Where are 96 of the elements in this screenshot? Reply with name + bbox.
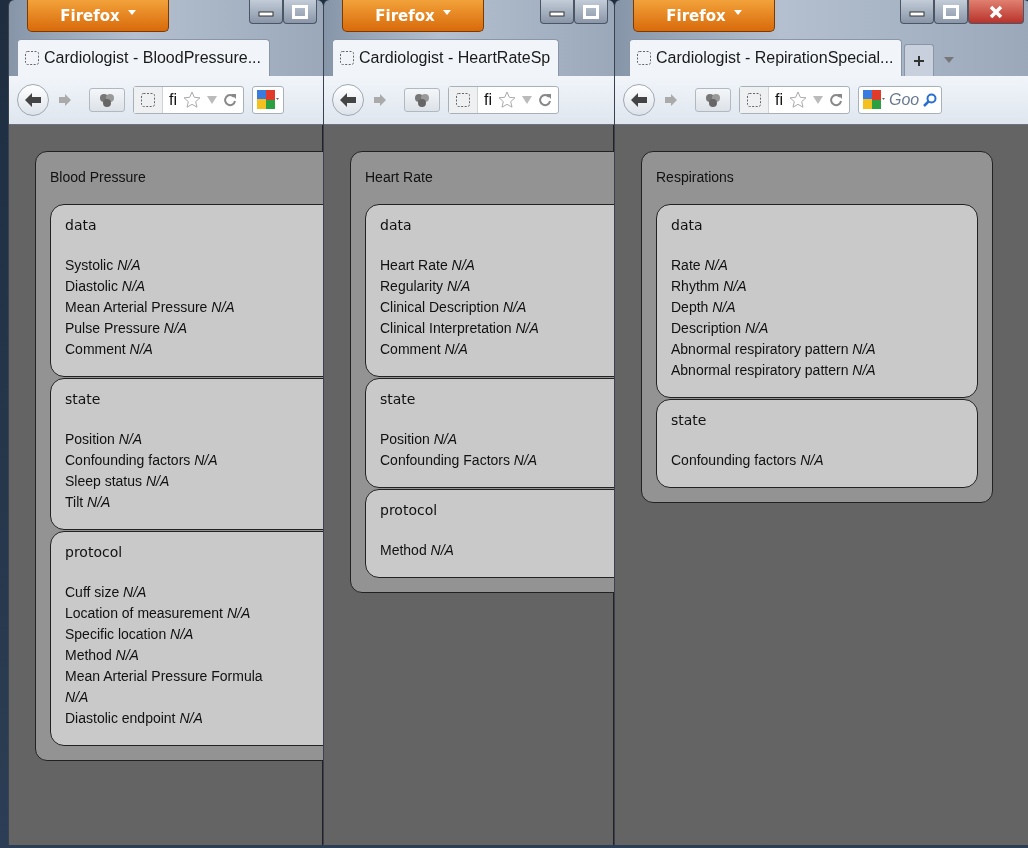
field-row-text: Rhythm N/A <box>671 277 748 296</box>
section-title: protocol <box>380 502 439 518</box>
field-row-text: Position N/A <box>380 430 459 449</box>
addon-button[interactable] <box>404 88 440 112</box>
new-tab-button[interactable] <box>904 44 935 76</box>
addon-button[interactable] <box>89 88 125 112</box>
field-row-text: Confounding factors N/A <box>65 451 219 470</box>
section-title: data <box>380 217 413 233</box>
browser-tab[interactable]: Cardiologist - HeartRateSp <box>332 39 560 76</box>
page-icon <box>24 50 40 66</box>
address-field[interactable]: fi <box>739 86 850 114</box>
section-title: protocol <box>65 544 124 560</box>
field-row-text: Depth N/A <box>671 298 737 317</box>
bookmark-star-icon[interactable] <box>789 91 807 109</box>
field-row-text: Regularity N/A <box>380 277 472 296</box>
minimize-button[interactable] <box>249 0 283 24</box>
caret-icon <box>733 10 742 15</box>
search-engine-icon[interactable] <box>863 90 885 110</box>
maximize-icon <box>583 4 599 19</box>
section-title: data <box>671 217 704 233</box>
field-row-text: Abnormal respiratory pattern N/A <box>671 340 877 359</box>
field-row-text: Confounding factors N/A <box>671 451 825 470</box>
section-title: data <box>65 217 98 233</box>
back-icon <box>630 92 648 108</box>
field-row-text: Location of measurement N/A <box>65 604 252 623</box>
field-row-text: Position N/A <box>65 430 144 449</box>
site-identity-icon[interactable] <box>140 92 156 108</box>
panel-title: Respirations <box>656 169 735 185</box>
site-identity-icon[interactable] <box>746 92 762 108</box>
field-row-text: Sleep status N/A <box>65 472 171 491</box>
browser-tab[interactable]: Cardiologist - BloodPressure... <box>17 39 270 76</box>
back-button[interactable] <box>623 84 655 116</box>
maximize-icon <box>292 4 308 19</box>
addon-button[interactable] <box>695 88 731 112</box>
field-row-text: Confounding Factors N/A <box>380 451 539 470</box>
addon-icon <box>99 93 115 107</box>
search-engine-icon[interactable] <box>257 90 279 110</box>
field-row-text: Tilt N/A <box>65 493 112 512</box>
reload-icon[interactable] <box>829 93 843 107</box>
back-button[interactable] <box>17 84 49 116</box>
address-field[interactable]: fi <box>133 86 244 114</box>
field-row-text: Mean Arterial Pressure N/A <box>65 298 236 317</box>
field-row-text: Clinical Interpretation N/A <box>380 319 540 338</box>
address-field[interactable]: fi <box>448 86 559 114</box>
forward-icon <box>58 94 72 106</box>
minimize-button[interactable] <box>540 0 574 24</box>
caret-icon <box>442 10 451 15</box>
search-field[interactable] <box>252 86 284 114</box>
section-title: state <box>65 391 102 407</box>
field-row-text: Diastolic N/A <box>65 277 147 296</box>
section-title: state <box>380 391 417 407</box>
page-icon <box>339 50 355 66</box>
forward-icon <box>664 94 678 106</box>
caret-icon <box>127 10 136 15</box>
reload-icon[interactable] <box>223 93 237 107</box>
site-identity-icon[interactable] <box>455 92 471 108</box>
browser-tab[interactable]: Cardiologist - RepirationSpecial... <box>629 39 903 76</box>
field-row-text: Diastolic endpoint N/A <box>65 709 204 728</box>
panel-title: Blood Pressure <box>50 169 147 185</box>
field-row-text: Description N/A <box>671 319 770 338</box>
addon-icon <box>705 93 721 107</box>
maximize-button[interactable] <box>283 0 317 24</box>
field-row-text: Systolic N/A <box>65 256 142 275</box>
panel-title: Heart Rate <box>365 169 434 185</box>
search-icon[interactable] <box>923 93 938 107</box>
back-icon <box>339 92 357 108</box>
search-field[interactable]: Goo <box>858 86 943 114</box>
field-row-text: Clinical Description N/A <box>380 298 528 317</box>
field-row-text: Method N/A <box>380 541 455 560</box>
caret-icon <box>944 57 955 63</box>
field-row-text: Rate N/A <box>671 256 729 275</box>
bookmark-star-icon[interactable] <box>498 91 516 109</box>
forward-icon <box>373 94 387 106</box>
close-icon <box>989 4 1003 19</box>
back-icon <box>24 92 42 108</box>
maximize-button[interactable] <box>574 0 608 24</box>
field-row-text: Heart Rate N/A <box>380 256 476 275</box>
maximize-button[interactable] <box>934 0 968 24</box>
field-row-text: Cuff size N/A <box>65 583 148 602</box>
field-row-text: Specific location N/A <box>65 625 195 644</box>
field-row-text: Pulse Pressure N/A <box>65 319 189 338</box>
field-row-text: Method N/A <box>65 646 140 665</box>
reload-icon[interactable] <box>538 93 552 107</box>
field-row-text: Abnormal respiratory pattern N/A <box>671 361 877 380</box>
field-row-text: Comment N/A <box>65 340 154 359</box>
maximize-icon <box>943 4 959 19</box>
minimize-button[interactable] <box>900 0 934 24</box>
bookmark-star-icon[interactable] <box>183 91 201 109</box>
addon-icon <box>414 93 430 107</box>
page-icon <box>636 50 652 66</box>
field-row-text: Mean Arterial Pressure Formula N/A <box>65 667 264 707</box>
field-row-text: Comment N/A <box>380 340 469 359</box>
plus-icon <box>913 54 926 67</box>
close-button[interactable] <box>968 0 1024 24</box>
section-title: state <box>671 412 708 428</box>
back-button[interactable] <box>332 84 364 116</box>
